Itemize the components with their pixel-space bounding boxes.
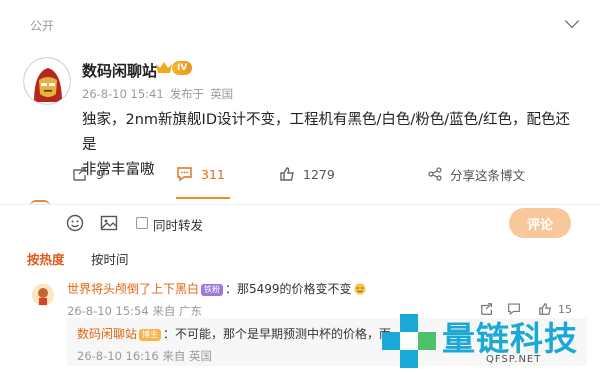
- reply-meta: 26-8-10 16:16 来自 英国: [77, 348, 212, 364]
- emoji-icon: [354, 283, 366, 298]
- watermark-logo: [382, 314, 436, 368]
- like-button[interactable]: 1279: [279, 161, 335, 187]
- post-actions: 9 311 1279 分享这条博文: [0, 161, 600, 187]
- level-badge: IV: [172, 61, 193, 75]
- post-location: 英国: [210, 87, 234, 101]
- post-meta: 26-8-10 15:41 发布于 英国: [82, 86, 239, 102]
- like-count: 1279: [303, 166, 335, 182]
- blogger-badge: 博主: [139, 329, 162, 341]
- sort-by-time-tab[interactable]: 按时间: [91, 249, 129, 268]
- top-bar: 公开: [0, 0, 600, 44]
- reply-text: ：不可能，那个是早期预测中杯的价格，而: [163, 327, 392, 341]
- also-repost-label: 同时转发: [153, 218, 204, 233]
- comment-text: ：那5499的价格变不变: [225, 282, 352, 296]
- share-label: 分享这条博文: [450, 167, 526, 183]
- comment-timestamp: 26-8-10 15:54: [67, 304, 149, 318]
- comment-tab-indicator: [176, 197, 230, 199]
- author-name[interactable]: 数码闲聊站: [82, 60, 157, 81]
- post-text-line1: 独家，2nm新旗舰ID设计不变，工程机有黑色/白色/粉色/蓝色/红色，配色还是: [82, 112, 571, 153]
- reply-location: 英国: [189, 349, 212, 363]
- comment-author[interactable]: 世界将头颅倒了上下黑白: [67, 282, 199, 296]
- comment-sort: 按热度 按时间: [0, 247, 600, 267]
- comment-line: 世界将头颅倒了上下黑白 铁粉 ：那5499的价格变不变: [67, 280, 366, 298]
- reply-from: 来自: [162, 349, 186, 363]
- watermark: 量链科技 QFSP.NET: [376, 308, 600, 373]
- comment-location: 广东: [179, 304, 202, 318]
- reply-timestamp: 26-8-10 16:16: [77, 349, 159, 363]
- repost-count: 9: [96, 166, 104, 182]
- crown-icon: [155, 60, 173, 75]
- avatar[interactable]: [23, 57, 71, 105]
- emoji-icon[interactable]: [66, 214, 84, 236]
- post-device: 发布于: [169, 87, 205, 101]
- section-divider: [0, 204, 600, 205]
- image-icon[interactable]: [100, 214, 118, 236]
- chevron-down-icon[interactable]: [564, 13, 580, 29]
- comment-icon: [177, 167, 192, 182]
- send-comment-button[interactable]: 评论: [509, 208, 571, 238]
- reply-line: 数码闲聊站 博主 ：不可能，那个是早期预测中杯的价格，而: [77, 325, 391, 342]
- watermark-url: QFSP.NET: [486, 354, 542, 365]
- like-icon: [280, 167, 294, 181]
- watermark-name: 量链科技: [442, 319, 578, 358]
- comment-composer: 同时转发 评论: [0, 206, 600, 240]
- repost-icon: [73, 167, 86, 181]
- sort-by-hot-tab[interactable]: 按热度: [27, 249, 65, 268]
- visibility-label: 公开: [30, 19, 55, 33]
- comment-meta: 26-8-10 15:54 来自 广东: [67, 303, 202, 319]
- post-timestamp: 26-8-10 15:41: [82, 87, 164, 101]
- avatar[interactable]: [32, 284, 54, 306]
- also-repost-checkbox[interactable]: [136, 217, 148, 229]
- fan-badge: 铁粉: [201, 284, 224, 296]
- comment-button[interactable]: 311: [176, 161, 225, 187]
- repost-button[interactable]: 9: [72, 161, 104, 187]
- comment-from: 来自: [152, 304, 176, 318]
- comment-count: 311: [201, 166, 225, 182]
- share-button[interactable]: 分享这条博文: [428, 161, 525, 187]
- share-icon: [428, 167, 442, 181]
- reply-author[interactable]: 数码闲聊站: [77, 327, 137, 341]
